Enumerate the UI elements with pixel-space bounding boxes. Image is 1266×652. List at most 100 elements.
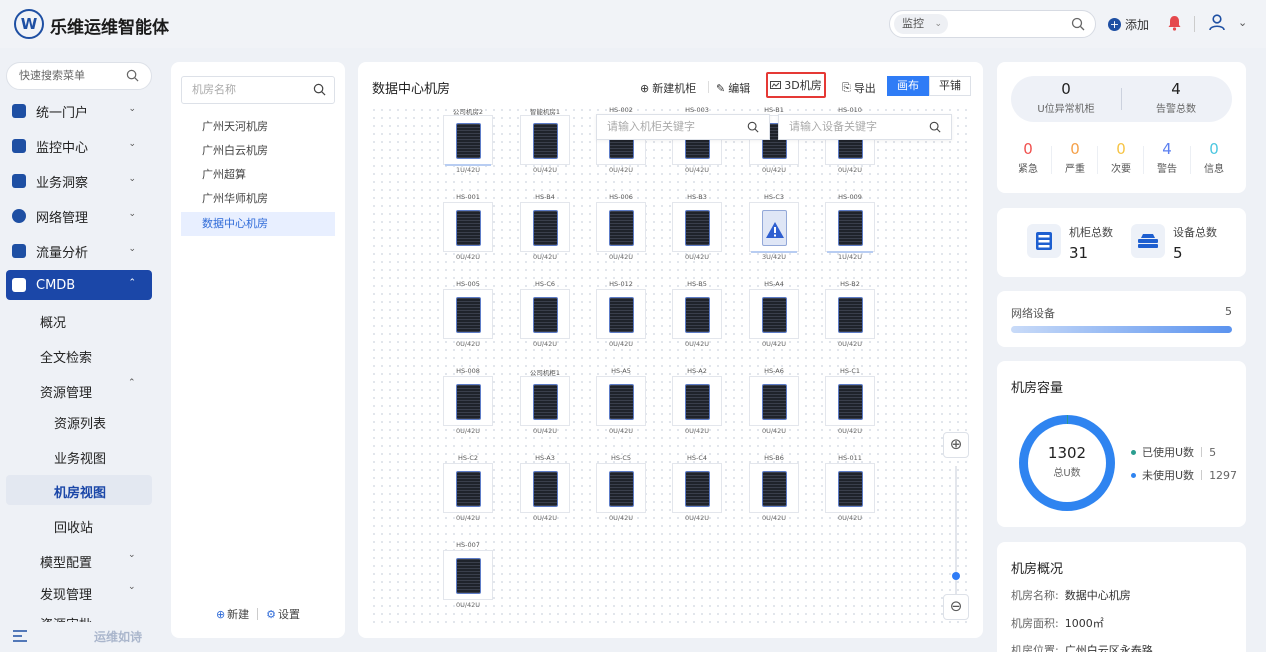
total-alarms-stat[interactable]: 4 告警总数 bbox=[1121, 80, 1231, 115]
new-rack-button[interactable]: ⊕ 新建机柜 bbox=[640, 78, 696, 98]
add-button[interactable]: + 添加 bbox=[1108, 16, 1149, 33]
rack-item[interactable]: HS-006 0U/42U bbox=[596, 193, 646, 263]
sidebar-subitem-fulltext-search[interactable]: 全文检索 bbox=[40, 347, 92, 366]
view-3d-button[interactable]: 3D机房 bbox=[766, 72, 826, 98]
room-search-input[interactable]: 机房名称 bbox=[181, 76, 335, 104]
rack-body bbox=[762, 297, 787, 333]
rack-item[interactable]: HS-C3 3U/42U bbox=[749, 193, 799, 263]
sidebar-subitem-discovery[interactable]: 发现管理 bbox=[40, 584, 92, 603]
rack-item[interactable]: HS-C6 0U/42U bbox=[520, 280, 570, 350]
canvas-mode-tab[interactable]: 画布 bbox=[887, 76, 929, 96]
user-menu-chevron-icon[interactable]: ⌄ bbox=[1238, 16, 1247, 29]
rack-frame bbox=[596, 202, 646, 252]
insight-icon bbox=[12, 174, 26, 188]
rack-total-stat[interactable]: 机柜总数 31 bbox=[1027, 224, 1113, 262]
sidebar-item-monitor[interactable]: 监控中心 ⌄ bbox=[6, 131, 152, 161]
rack-item[interactable]: HS-C4 0U/42U bbox=[672, 454, 722, 524]
sidebar-item-cmdb[interactable]: CMDB ⌃ bbox=[6, 270, 152, 300]
rack-item[interactable]: HS-001 0U/42U bbox=[443, 193, 493, 263]
severity-stat[interactable]: 0 次要 bbox=[1098, 140, 1144, 175]
sidebar-item-network[interactable]: 网络管理 ⌄ bbox=[6, 201, 152, 231]
search-icon[interactable] bbox=[747, 121, 759, 133]
rack-search-input[interactable]: 请输入机柜关键字 bbox=[596, 114, 770, 140]
sidebar-subitem-business-view[interactable]: 业务视图 bbox=[54, 448, 106, 467]
rack-item[interactable]: HS-007 0U/42U bbox=[443, 541, 493, 611]
rack-item[interactable]: HS-C1 0U/42U bbox=[825, 367, 875, 437]
search-icon[interactable] bbox=[929, 121, 941, 133]
severity-stat[interactable]: 4 警告 bbox=[1144, 140, 1190, 175]
sidebar-subitem-resource-list[interactable]: 资源列表 bbox=[54, 413, 106, 432]
rack-canvas[interactable]: 公司机房2 1U/42U 智能机房1 0U/42U HS-002 0U/42U HS-003… bbox=[370, 106, 970, 626]
bell-icon[interactable] bbox=[1167, 15, 1182, 31]
sidebar-item-portal[interactable]: 统一门户 ⌄ bbox=[6, 96, 152, 126]
device-search-input[interactable]: 请输入设备关键字 bbox=[778, 114, 952, 140]
collapse-menu-icon[interactable] bbox=[13, 630, 27, 642]
abnormal-racks-stat[interactable]: 0 U位异常机柜 bbox=[1011, 80, 1121, 115]
legend-dot-unused bbox=[1131, 472, 1136, 478]
room-item[interactable]: 广州白云机房 bbox=[181, 139, 335, 163]
room-settings-button[interactable]: ⚙ 设置 bbox=[266, 606, 300, 622]
network-device-card[interactable]: 网络设备 5 bbox=[997, 291, 1246, 347]
zoom-slider-handle[interactable] bbox=[952, 572, 960, 580]
room-item-selected[interactable]: 数据中心机房 bbox=[181, 212, 335, 236]
menu-search-input[interactable]: 快速搜索菜单 bbox=[6, 62, 152, 90]
rack-item[interactable]: 公司机房2 1U/42U bbox=[443, 106, 493, 176]
logo-icon[interactable]: W bbox=[14, 9, 44, 39]
rack-item[interactable]: HS-A3 0U/42U bbox=[520, 454, 570, 524]
rack-frame bbox=[443, 115, 493, 165]
sidebar-subitem-model-config[interactable]: 模型配置 bbox=[40, 552, 92, 571]
rack-item[interactable]: HS-A4 0U/42U bbox=[749, 280, 799, 350]
abnormal-racks-value: 0 bbox=[1061, 80, 1071, 98]
search-icon[interactable] bbox=[1071, 17, 1085, 31]
rack-capacity: 0U/42U bbox=[761, 166, 787, 174]
sidebar-item-insight[interactable]: 业务洞察 ⌄ bbox=[6, 166, 152, 196]
sidebar-subitem-resource-management[interactable]: 资源管理 bbox=[40, 382, 92, 401]
rack-item[interactable]: HS-B3 0U/42U bbox=[672, 193, 722, 263]
tile-mode-tab[interactable]: 平铺 bbox=[929, 76, 971, 96]
severity-stat[interactable]: 0 紧急 bbox=[1005, 140, 1051, 175]
capacity-donut-chart[interactable]: 1302 总U数 bbox=[1019, 415, 1115, 511]
rack-name: HS-008 bbox=[456, 367, 480, 375]
rack-item[interactable]: HS-A5 0U/42U bbox=[596, 367, 646, 437]
user-icon[interactable] bbox=[1208, 13, 1226, 31]
edit-button[interactable]: ✎ 编辑 bbox=[716, 78, 750, 98]
rack-item[interactable]: HS-C2 0U/42U bbox=[443, 454, 493, 524]
rack-name: HS-C1 bbox=[839, 367, 861, 375]
severity-stat[interactable]: 0 信息 bbox=[1191, 140, 1237, 175]
severity-stat[interactable]: 0 严重 bbox=[1052, 140, 1098, 175]
legend-used[interactable]: 已使用U数 5 bbox=[1131, 444, 1216, 460]
rack-body bbox=[456, 210, 481, 246]
sidebar-subitem-overview[interactable]: 概况 bbox=[40, 312, 66, 331]
device-total-stat[interactable]: 设备总数 5 bbox=[1131, 224, 1217, 262]
rack-item[interactable]: HS-A2 0U/42U bbox=[672, 367, 722, 437]
rack-item[interactable]: HS-011 0U/42U bbox=[825, 454, 875, 524]
sidebar-subitem-room-view[interactable]: 机房视图 bbox=[54, 482, 106, 501]
zoom-out-button[interactable]: ⊖ bbox=[943, 594, 969, 620]
export-button[interactable]: ⎘ 导出 bbox=[842, 78, 876, 98]
rack-item[interactable]: HS-B5 0U/42U bbox=[672, 280, 722, 350]
monitor-icon bbox=[12, 139, 26, 153]
rack-item[interactable]: HS-B6 0U/42U bbox=[749, 454, 799, 524]
room-item[interactable]: 广州超算 bbox=[181, 163, 335, 187]
search-icon[interactable] bbox=[126, 69, 139, 82]
sidebar-subitem-recycle-bin[interactable]: 回收站 bbox=[54, 517, 93, 536]
rack-item[interactable]: 公司机柜1 0U/42U bbox=[520, 367, 570, 437]
zoom-in-button[interactable]: ⊕ bbox=[943, 432, 969, 458]
rack-item[interactable]: HS-008 0U/42U bbox=[443, 367, 493, 437]
new-room-button[interactable]: ⊕ 新建 bbox=[216, 606, 249, 622]
search-scope-select[interactable]: 监控 ⌄ bbox=[894, 14, 948, 34]
rack-item[interactable]: HS-012 0U/42U bbox=[596, 280, 646, 350]
rack-item[interactable]: HS-B2 0U/42U bbox=[825, 280, 875, 350]
rack-item[interactable]: HS-A6 0U/42U bbox=[749, 367, 799, 437]
rack-item[interactable]: HS-005 0U/42U bbox=[443, 280, 493, 350]
rack-item[interactable]: 智能机房1 0U/42U bbox=[520, 106, 570, 176]
room-item[interactable]: 广州天河机房 bbox=[181, 115, 335, 139]
rack-item[interactable]: HS-009 1U/42U bbox=[825, 193, 875, 263]
room-item[interactable]: 广州华师机房 bbox=[181, 187, 335, 211]
legend-unused[interactable]: 未使用U数 1297 bbox=[1131, 467, 1237, 483]
search-icon[interactable] bbox=[313, 83, 326, 96]
rack-item[interactable]: HS-B4 0U/42U bbox=[520, 193, 570, 263]
global-search[interactable]: 监控 ⌄ bbox=[889, 10, 1096, 38]
sidebar-item-traffic[interactable]: 流量分析 ⌄ bbox=[6, 236, 152, 266]
rack-item[interactable]: HS-C5 0U/42U bbox=[596, 454, 646, 524]
